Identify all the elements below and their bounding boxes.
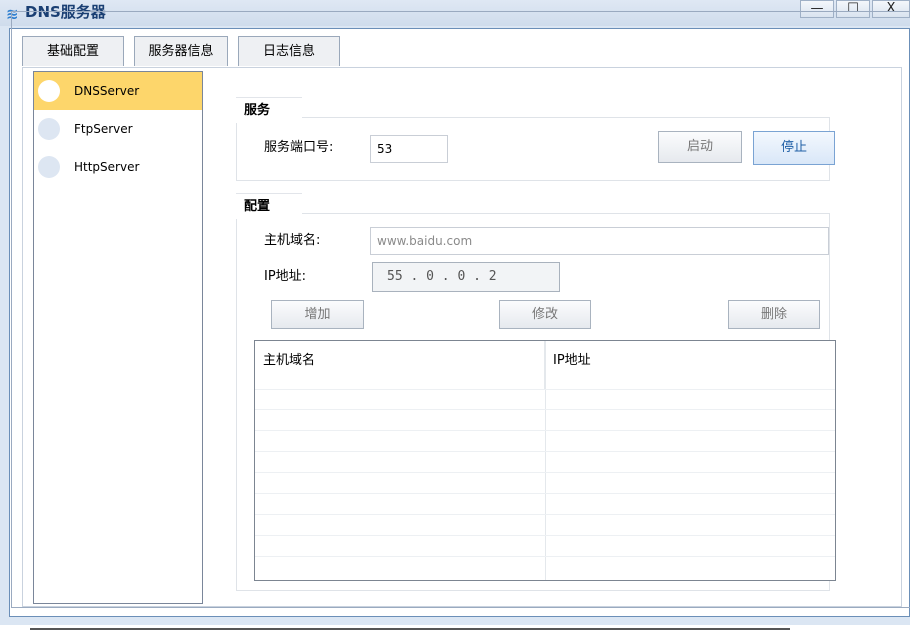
- port-input[interactable]: 53: [370, 135, 448, 163]
- server-list: DNSServer FtpServer HttpServer: [33, 71, 203, 604]
- host-input[interactable]: www.baidu.com: [370, 227, 829, 255]
- table-row[interactable]: [255, 536, 835, 557]
- service-group-label: 服务: [236, 97, 303, 123]
- table-header: 主机域名 IP地址: [255, 341, 835, 390]
- sidebar-item-label: DNSServer: [74, 84, 140, 98]
- column-header-hostname[interactable]: 主机域名: [255, 341, 545, 389]
- tab-basic-config[interactable]: 基础配置: [22, 36, 124, 66]
- sidebar-item-label: FtpServer: [74, 122, 133, 136]
- table-row[interactable]: [255, 494, 835, 515]
- server-dot-icon: [38, 80, 60, 102]
- dns-record-table: 主机域名 IP地址: [254, 340, 836, 581]
- table-row[interactable]: [255, 410, 835, 431]
- delete-button[interactable]: 删除: [728, 300, 820, 329]
- sidebar-item-label: HttpServer: [74, 160, 140, 174]
- host-label: 主机域名:: [264, 233, 321, 248]
- add-button[interactable]: 增加: [271, 300, 364, 329]
- table-row[interactable]: [255, 452, 835, 473]
- tab-log-info[interactable]: 日志信息: [238, 36, 340, 66]
- ip-label: IP地址:: [264, 269, 307, 284]
- table-row[interactable]: [255, 473, 835, 494]
- column-header-ip[interactable]: IP地址: [545, 341, 835, 389]
- tab-bar: 基础配置 服务器信息 日志信息: [22, 36, 350, 68]
- server-dot-icon: [38, 118, 60, 140]
- port-label: 服务端口号:: [264, 140, 334, 155]
- config-group-label: 配置: [236, 193, 303, 219]
- table-row[interactable]: [255, 515, 835, 536]
- stop-button[interactable]: 停止: [753, 131, 835, 165]
- table-row[interactable]: [255, 431, 835, 452]
- dns-server-window: ≋ DNS服务器 — ☐ X 基础配置 服务器信息 日志信息 DNSServer…: [0, 0, 910, 625]
- start-button[interactable]: 启动: [658, 131, 742, 163]
- tab-server-info[interactable]: 服务器信息: [134, 36, 228, 66]
- edit-button[interactable]: 修改: [499, 300, 591, 329]
- table-row[interactable]: [255, 389, 835, 410]
- server-dot-icon: [38, 156, 60, 178]
- sidebar-item-dnsserver[interactable]: DNSServer: [34, 72, 202, 110]
- sidebar-item-httpserver[interactable]: HttpServer: [34, 148, 202, 186]
- sidebar-item-ftpserver[interactable]: FtpServer: [34, 110, 202, 148]
- ip-address-input[interactable]: 55 . 0 . 0 . 2: [372, 262, 560, 292]
- table-row[interactable]: [255, 557, 835, 578]
